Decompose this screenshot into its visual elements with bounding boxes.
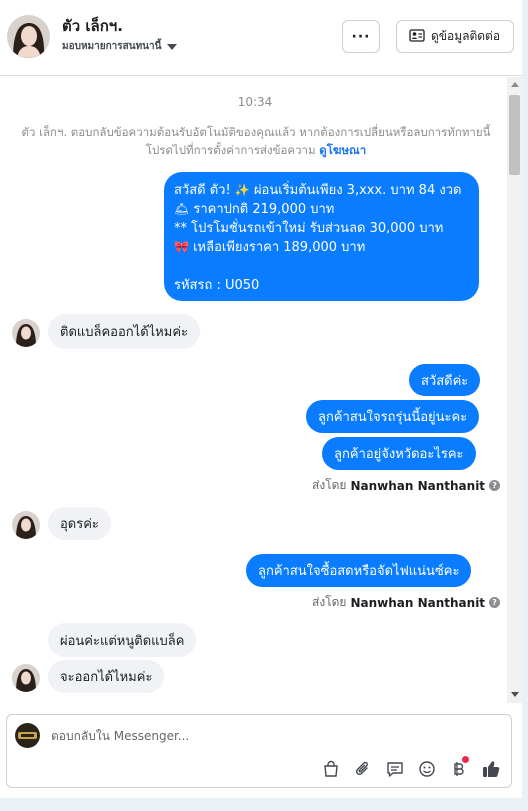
sender-name: Nanwhan Nanthanit [350, 478, 486, 493]
sparkle-icon: ✨ [234, 183, 250, 197]
emoji-icon[interactable] [417, 759, 437, 779]
view-contact-button[interactable]: ดูข้อมูลติดต่อ [396, 20, 514, 53]
incoming-message: ผ่อนค่ะแต่หนูติดแบล็ค [48, 623, 197, 657]
sender-avatar [12, 319, 40, 347]
system-note-text: ตัว เล็กฯ. ตอบกลับข้อความต้อนรับอัตโนมัต… [21, 125, 491, 157]
sender-name: Nanwhan Nanthanit [350, 595, 486, 610]
payment-baht-icon[interactable] [449, 756, 469, 779]
caret-down-icon [167, 43, 178, 50]
system-note: ตัว เล็กฯ. ตอบกลับข้อความต้อนรับอัตโนมัต… [20, 123, 492, 159]
conversation-panel: ตัว เล็กฯ. มอบหมายการสนทนานี้ ··· ดูข้อม… [0, 0, 522, 798]
more-options-button[interactable]: ··· [342, 20, 380, 53]
ribbon-icon: 🎀 [174, 240, 189, 254]
reply-composer [6, 714, 512, 788]
view-ad-link[interactable]: ดูโฆษณา [319, 143, 366, 157]
page-avatar [15, 723, 40, 748]
help-icon[interactable]: ? [489, 480, 501, 491]
sent-by-info: ส่งโดย Nanwhan Nanthanit ? [312, 593, 501, 612]
scroll-down-arrow-icon[interactable] [511, 692, 519, 697]
outgoing-message: ลูกค้าสนใจรถรุ่นนี้อยู่นะคะ [306, 400, 480, 433]
outgoing-message: ลูกค้าอยู่จังหวัดอะไรคะ [322, 437, 476, 470]
contact-card-icon [409, 27, 425, 46]
scroll-up-arrow-icon[interactable] [511, 82, 519, 87]
assign-conversation-dropdown[interactable]: มอบหมายการสนทนานี้ [62, 39, 178, 54]
thumbs-up-icon[interactable] [481, 759, 501, 779]
outgoing-message: สวัสดีค่ะ [409, 364, 481, 396]
promo-normal-price: ราคาปกติ 219,000 บาท [193, 202, 335, 217]
attachment-icon[interactable] [353, 759, 373, 779]
message-timestamp: 10:34 [237, 95, 273, 109]
promo-final-price: เหลือเพียงราคา 189,000 บาท [193, 240, 366, 255]
promo-greeting: สวัสดี ตัว! [174, 183, 231, 198]
contact-name: ตัว เล็กฯ. [62, 17, 123, 35]
shopping-bag-icon[interactable] [321, 759, 341, 779]
conversation-header: ตัว เล็กฯ. มอบหมายการสนทนานี้ ··· ดูข้อม… [0, 0, 522, 76]
incoming-message: จะออกได้ไหมค่ะ [48, 660, 165, 693]
bottom-strip [0, 798, 528, 811]
saved-replies-icon[interactable] [385, 759, 405, 779]
contact-avatar[interactable] [7, 15, 50, 58]
outgoing-message: ลูกค้าสนใจซื้อสดหรือจัดไฟแน่นซ์คะ [246, 554, 472, 587]
bell-icon: 🛎 [174, 202, 190, 216]
sent-by-label: ส่งโดย [312, 595, 347, 609]
promo-discount: ** โปรโมชั่นรถเข้าใหม่ รับส่วนลด 30,000 … [174, 221, 444, 236]
scroll-thumb[interactable] [509, 95, 520, 175]
sent-by-info: ส่งโดย Nanwhan Nanthanit ? [312, 476, 501, 495]
thread-scrollbar[interactable] [507, 77, 522, 703]
reply-input[interactable] [51, 725, 471, 747]
sender-avatar [12, 664, 40, 692]
assign-label: มอบหมายการสนทนานี้ [62, 41, 162, 52]
sent-by-label: ส่งโดย [312, 478, 347, 492]
promo-installment: ผ่อนเริ่มต้นเพียง 3,xxx. บาท 84 งวด [253, 183, 462, 198]
help-icon[interactable]: ? [489, 597, 501, 608]
view-contact-label: ดูข้อมูลติดต่อ [431, 29, 501, 43]
promo-car-code: รหัสรถ : U050 [174, 278, 260, 293]
promo-message-bubble: สวัสดี ตัว! ✨ ผ่อนเริ่มต้นเพียง 3,xxx. บ… [164, 172, 479, 301]
notification-dot [462, 756, 469, 763]
incoming-message: อุดรค่ะ [48, 507, 111, 540]
sender-avatar [12, 511, 40, 539]
incoming-message: ติดแบล็คออกได้ไหมค่ะ [48, 314, 201, 349]
